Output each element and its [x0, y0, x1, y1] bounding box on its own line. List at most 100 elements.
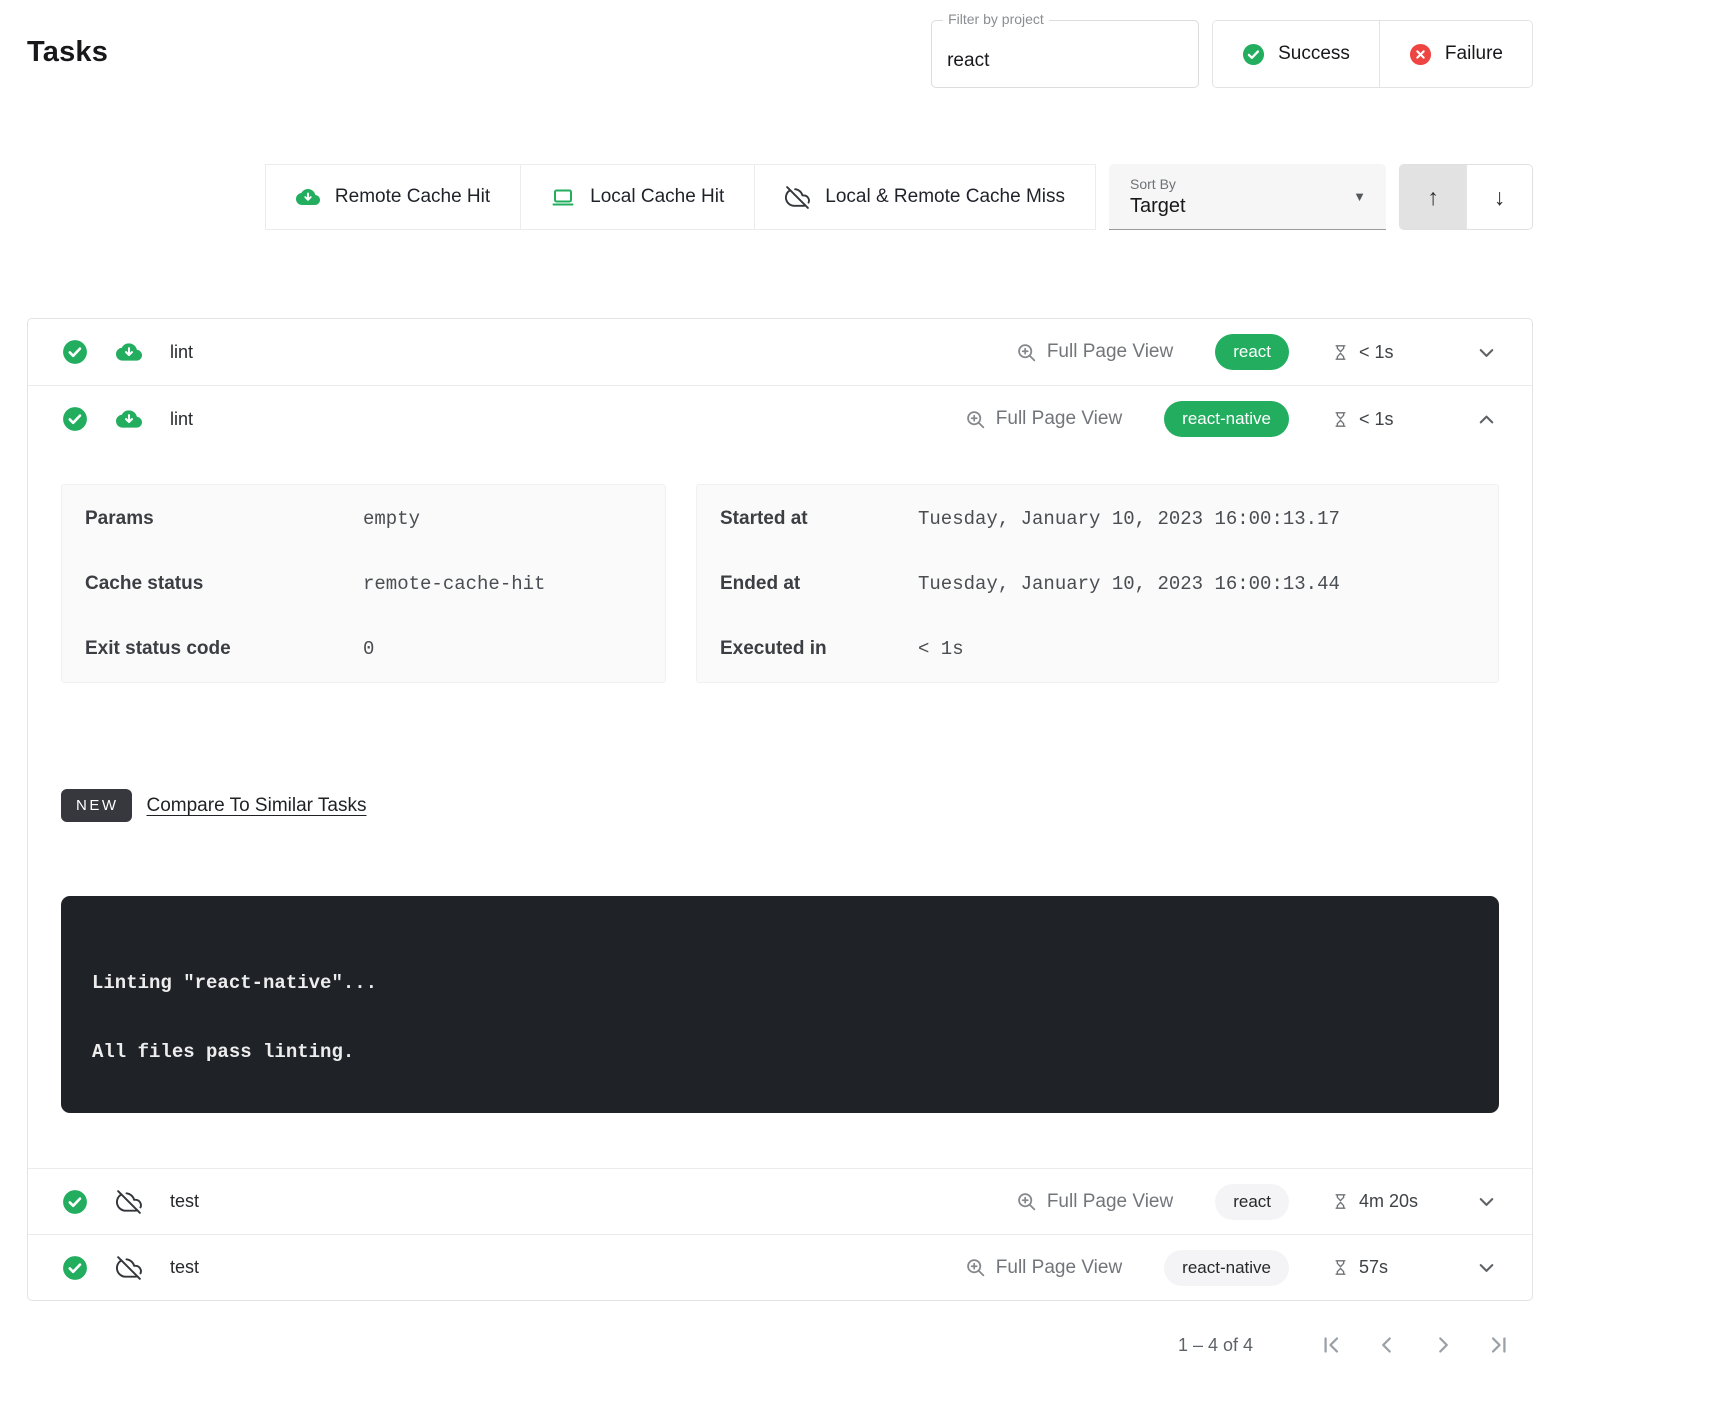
- terminal-output: Linting "react-native"... All files pass…: [61, 896, 1499, 1113]
- failure-icon: [1409, 43, 1432, 66]
- first-page-icon: [1318, 1332, 1344, 1358]
- failure-label: Failure: [1445, 43, 1503, 65]
- last-page-button[interactable]: [1485, 1331, 1513, 1359]
- success-check-icon: [62, 339, 88, 365]
- remote-cache-hit-label: Remote Cache Hit: [335, 186, 490, 208]
- cache-miss-label: Local & Remote Cache Miss: [825, 186, 1065, 208]
- success-check-icon: [62, 1255, 88, 1281]
- laptop-icon: [551, 185, 575, 209]
- task-details: Params empty Cache status remote-cache-h…: [28, 452, 1532, 1168]
- hourglass-icon: [1331, 1258, 1350, 1277]
- project-badge: react: [1215, 1184, 1289, 1220]
- pagination-range: 1 – 4 of 4: [1178, 1335, 1253, 1356]
- zoom-in-icon: [1016, 1191, 1037, 1212]
- project-badge: react: [1215, 334, 1289, 370]
- ended-at-label: Ended at: [720, 573, 918, 595]
- task-name: test: [170, 1191, 199, 1212]
- cloud-off-icon: [116, 1189, 142, 1215]
- project-badge: react-native: [1164, 401, 1289, 437]
- project-filter-label: Filter by project: [943, 11, 1049, 27]
- exit-status-code-label: Exit status code: [85, 638, 363, 660]
- ended-at-value: Tuesday, January 10, 2023 16:00:13.44: [918, 573, 1340, 595]
- full-page-view-button[interactable]: Full Page View: [1016, 1191, 1173, 1213]
- started-at-value: Tuesday, January 10, 2023 16:00:13.17: [918, 508, 1340, 530]
- zoom-in-icon: [1016, 342, 1037, 363]
- page: Tasks Filter by project Success Failure: [27, 0, 1533, 1359]
- pagination: 1 – 4 of 4: [27, 1331, 1533, 1359]
- full-page-view-button[interactable]: Full Page View: [1016, 341, 1173, 363]
- success-label: Success: [1278, 43, 1350, 65]
- chevron-down-icon: [1475, 1256, 1498, 1279]
- executed-in-value: < 1s: [918, 638, 964, 660]
- task-name: lint: [170, 409, 193, 430]
- success-check-icon: [62, 1189, 88, 1215]
- sort-descending-button[interactable]: ↓: [1466, 165, 1532, 229]
- cloud-download-icon: [116, 406, 142, 432]
- hourglass-icon: [1331, 1192, 1350, 1211]
- cache-status-value: remote-cache-hit: [363, 573, 545, 595]
- success-check-icon: [62, 406, 88, 432]
- page-title: Tasks: [27, 36, 108, 69]
- task-duration: < 1s: [1331, 409, 1433, 430]
- arrow-up-icon: ↑: [1427, 184, 1439, 211]
- project-filter-field[interactable]: Filter by project: [931, 20, 1199, 88]
- cloud-off-icon: [785, 185, 810, 210]
- task-row: lint Full Page View react-native: [28, 386, 1532, 452]
- remote-cache-hit-filter-button[interactable]: Remote Cache Hit: [265, 164, 521, 230]
- topbar: Tasks Filter by project Success Failure: [27, 0, 1533, 88]
- task-name: test: [170, 1257, 199, 1278]
- task-duration: < 1s: [1331, 342, 1433, 363]
- sort-ascending-button[interactable]: ↑: [1400, 165, 1466, 229]
- task-list: lint Full Page View react < 1s: [27, 318, 1533, 1301]
- exit-status-code-value: 0: [363, 638, 374, 660]
- expand-task-button[interactable]: [1475, 1256, 1498, 1279]
- task-row: lint Full Page View react < 1s: [28, 319, 1532, 385]
- first-page-button[interactable]: [1317, 1331, 1345, 1359]
- cache-miss-filter-button[interactable]: Local & Remote Cache Miss: [754, 164, 1096, 230]
- failure-filter-button[interactable]: Failure: [1379, 21, 1532, 87]
- last-page-icon: [1486, 1332, 1512, 1358]
- compare-row: NEW Compare To Similar Tasks: [61, 789, 1499, 822]
- expand-task-button[interactable]: [1475, 1190, 1498, 1213]
- full-page-view-button[interactable]: Full Page View: [965, 408, 1122, 430]
- task-row: test Full Page View react-native 57s: [28, 1234, 1532, 1300]
- chevron-down-icon: [1475, 1190, 1498, 1213]
- terminal-line: All files pass linting.: [92, 1041, 1468, 1063]
- executed-in-label: Executed in: [720, 638, 918, 660]
- cloud-off-icon: [116, 1255, 142, 1281]
- cache-filter-group: Remote Cache Hit Local Cache Hit Local &…: [265, 164, 1096, 230]
- task-row-expanded-wrapper: lint Full Page View react-native: [28, 385, 1532, 1168]
- local-cache-hit-label: Local Cache Hit: [590, 186, 724, 208]
- toolbar: Remote Cache Hit Local Cache Hit Local &…: [27, 164, 1533, 230]
- zoom-in-icon: [965, 409, 986, 430]
- task-duration: 57s: [1331, 1257, 1433, 1278]
- full-page-view-button[interactable]: Full Page View: [965, 1257, 1122, 1279]
- zoom-in-icon: [965, 1257, 986, 1278]
- local-cache-hit-filter-button[interactable]: Local Cache Hit: [520, 164, 755, 230]
- status-filter-group: Success Failure: [1212, 20, 1533, 88]
- expand-task-button[interactable]: [1475, 341, 1498, 364]
- task-name: lint: [170, 342, 193, 363]
- task-duration: 4m 20s: [1331, 1191, 1433, 1212]
- hourglass-icon: [1331, 410, 1350, 429]
- previous-page-button[interactable]: [1373, 1331, 1401, 1359]
- new-badge: NEW: [61, 789, 132, 822]
- cloud-download-icon: [296, 185, 320, 209]
- task-params-panel: Params empty Cache status remote-cache-h…: [61, 484, 666, 683]
- success-filter-button[interactable]: Success: [1213, 21, 1379, 87]
- project-filter-input[interactable]: [932, 21, 1198, 87]
- chevron-down-icon: [1475, 341, 1498, 364]
- caret-down-icon: ▼: [1353, 189, 1366, 204]
- hourglass-icon: [1331, 343, 1350, 362]
- sort-direction-group: ↑ ↓: [1399, 164, 1533, 230]
- cloud-download-icon: [116, 339, 142, 365]
- terminal-line: Linting "react-native"...: [92, 972, 1468, 994]
- sort-by-label: Sort By: [1130, 176, 1186, 192]
- next-page-button[interactable]: [1429, 1331, 1457, 1359]
- task-row: test Full Page View react 4m 20s: [28, 1168, 1532, 1234]
- collapse-task-button[interactable]: [1475, 408, 1498, 431]
- topbar-right: Filter by project Success Failure: [931, 20, 1533, 88]
- params-label: Params: [85, 508, 363, 530]
- sort-by-select[interactable]: Sort By Target ▼: [1109, 164, 1386, 230]
- compare-to-similar-tasks-link[interactable]: Compare To Similar Tasks: [147, 795, 367, 817]
